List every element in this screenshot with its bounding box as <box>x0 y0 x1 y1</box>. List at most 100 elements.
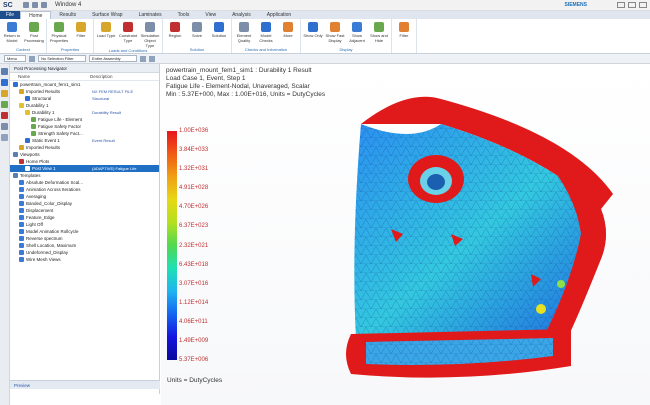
maximize-button[interactable] <box>628 2 636 8</box>
show-only-button[interactable]: Show Only <box>303 20 323 47</box>
tree-node[interactable]: Strength Safety Fact... <box>10 130 159 137</box>
minimize-button[interactable] <box>617 2 625 8</box>
show-and-hide-button[interactable]: Show and Hide <box>369 20 389 47</box>
filter-icon <box>399 22 409 32</box>
return-to-model-button[interactable]: Return to Model <box>2 20 22 47</box>
tree-node[interactable]: Home Plots <box>10 158 159 165</box>
show-fast-display-button[interactable]: Show Fast Display <box>325 20 345 47</box>
preview-panel[interactable]: Preview <box>10 380 160 389</box>
tree-node[interactable]: Structural Structural <box>10 95 159 102</box>
roles-icon[interactable] <box>1 134 8 141</box>
tree-node-label: Undeformed_Display <box>26 250 69 255</box>
save-icon[interactable] <box>23 2 29 8</box>
tree-node-label: Fatigue Safety Factor <box>38 124 82 129</box>
tab-application[interactable]: Application <box>259 11 299 19</box>
region-button[interactable]: Region <box>165 20 185 47</box>
close-button[interactable] <box>639 2 647 8</box>
tree-node-description: (ADAPTIVE) Fatigue Life <box>92 166 137 171</box>
ribbon-button-label: More <box>283 33 293 38</box>
tab-analysis[interactable]: Analysis <box>224 11 259 19</box>
column-description[interactable]: Description <box>90 74 113 79</box>
tree-node-icon <box>13 152 18 157</box>
load-type-button[interactable]: Load Type <box>96 20 116 48</box>
tab-surface-wrap[interactable]: Surface Wrap <box>84 11 130 19</box>
ribbon-group-name: Properties <box>60 47 80 52</box>
selection-filter-dropdown[interactable]: No Selection Filter <box>38 55 86 62</box>
redo-icon[interactable] <box>41 2 47 8</box>
tree-node[interactable]: Imported Results NX FEM RESULT FILE <box>10 88 159 95</box>
tree-node[interactable]: Durability 1 <box>10 102 159 109</box>
tree-node[interactable]: Animation Across Iterations <box>10 186 159 193</box>
filter-icon[interactable] <box>29 55 35 62</box>
model-checks-button[interactable]: Model Checks <box>256 20 276 47</box>
tree-node-description: Durability Result <box>92 110 122 115</box>
snap-icon[interactable] <box>140 55 146 62</box>
ribbon: Return to Model Post Processing Context Phy… <box>0 19 650 54</box>
tree-node[interactable]: Reverse spectrum <box>10 235 159 242</box>
tree-node[interactable]: Durability 1 Durability Result <box>10 109 159 116</box>
show-adjacent-button[interactable]: Show Adjacent <box>347 20 367 47</box>
web-browser-icon[interactable] <box>1 123 8 130</box>
ribbon-button-label: Show and Hide <box>370 33 388 43</box>
tab-file[interactable]: File <box>0 11 21 19</box>
tree-node[interactable]: Post View 1 (ADAPTIVE) Fatigue Life <box>10 165 159 172</box>
physical-properties-button[interactable]: Physical Properties <box>49 20 69 47</box>
reuse-library-icon[interactable] <box>1 101 8 108</box>
filter-button[interactable]: Filter <box>394 20 414 47</box>
tree-node[interactable]: Wire Mesh Views <box>10 256 159 263</box>
column-name[interactable]: Name <box>10 74 90 79</box>
undo-icon[interactable] <box>32 2 38 8</box>
post-navigator-icon[interactable] <box>1 90 8 97</box>
tree-node-label: Structural <box>32 96 52 101</box>
graphics-viewport[interactable]: powertrain_mount_fem1_sim1 : Durability … <box>161 64 650 405</box>
more-button[interactable]: More <box>278 20 298 47</box>
element-quality-button[interactable]: Element Quality <box>234 20 254 47</box>
tab-laminates[interactable]: Laminates <box>131 11 170 19</box>
tree-node[interactable]: Absolute Deformation Scal... <box>10 179 159 186</box>
filter-button[interactable]: Filter <box>71 20 91 47</box>
tree-node-icon <box>19 194 24 199</box>
solution-button[interactable]: Solution <box>209 20 229 47</box>
tree-node[interactable]: Displacement <box>10 207 159 214</box>
legend-value: 6.43E+018 <box>179 261 209 268</box>
ribbon-group-name: Context <box>16 47 30 52</box>
tree-node[interactable]: Undeformed_Display <box>10 249 159 256</box>
tab-home[interactable]: Home <box>20 11 52 19</box>
solve-button[interactable]: Solve <box>187 20 207 47</box>
part-navigator-icon[interactable] <box>1 68 8 75</box>
resource-bar <box>0 64 10 405</box>
tree-node[interactable]: Feature_Edge <box>10 214 159 221</box>
tree-node-label: Strength Safety Fact... <box>38 131 83 136</box>
tree-node-icon <box>19 103 24 108</box>
tree-node[interactable]: Static Event 1 Event Result <box>10 137 159 144</box>
tree-node[interactable]: Fatigue Safety Factor <box>10 123 159 130</box>
tab-view[interactable]: View <box>197 11 224 19</box>
tab-tools[interactable]: Tools <box>170 11 198 19</box>
tree-node[interactable]: Templates <box>10 172 159 179</box>
tree-node-label: Post View 1 <box>32 166 56 171</box>
simulation-navigator-icon[interactable] <box>1 79 8 86</box>
tree-node-description: NX FEM RESULT FILE <box>92 89 134 94</box>
history-icon[interactable] <box>1 112 8 119</box>
tree-node[interactable]: Fatigue Life - Element <box>10 116 159 123</box>
tree-node[interactable]: Model Animation Rollcycle <box>10 228 159 235</box>
tree-node[interactable]: Imported Results <box>10 144 159 151</box>
tree-node-icon <box>25 96 30 101</box>
tree-node[interactable]: powertrain_mount_fem1_sim1 <box>10 81 159 88</box>
tree-node-label: Static Event 1 <box>32 138 60 143</box>
menu-button[interactable]: Menu <box>4 55 26 62</box>
selection-scope-dropdown[interactable]: Entire Assembly <box>89 55 137 62</box>
tree-node[interactable]: Averaging <box>10 193 159 200</box>
tree-node[interactable]: Banded_Color_Display <box>10 200 159 207</box>
tree-node[interactable]: Shell Location, Maximum <box>10 242 159 249</box>
show-and-hide-icon <box>374 22 384 32</box>
post-processing-button[interactable]: Post Processing <box>24 20 44 47</box>
tree-node-icon <box>25 166 30 171</box>
tree-node[interactable]: Viewports <box>10 151 159 158</box>
snap-point-icon[interactable] <box>149 55 155 62</box>
fatigue-contour-model[interactable] <box>241 84 641 405</box>
tree-node[interactable]: Light Off <box>10 221 159 228</box>
constraint-type-button[interactable]: Constraint Type <box>118 20 138 48</box>
tab-results[interactable]: Results <box>51 11 84 19</box>
simulation-object-type-button[interactable]: Simulation Object Type <box>140 20 160 48</box>
